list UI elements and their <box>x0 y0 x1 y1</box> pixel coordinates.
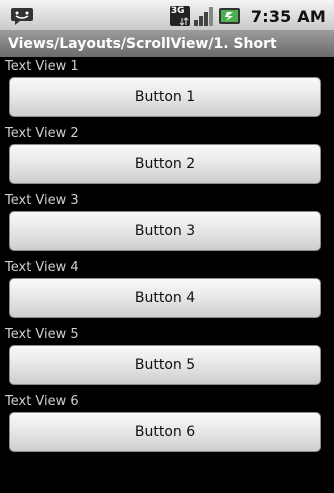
signal-strength-icon <box>193 6 215 26</box>
scroll-view[interactable]: Text View 1 Button 1 Text View 2 Button … <box>0 57 334 459</box>
status-icons: 3G 7:35 AM <box>169 6 326 26</box>
chat-notification-icon[interactable] <box>10 7 34 25</box>
list-item: Text View 1 Button 1 <box>0 57 334 124</box>
list-item: Text View 3 Button 3 <box>0 191 334 258</box>
status-time: 7:35 AM <box>251 7 326 26</box>
page-title: Views/Layouts/ScrollView/1. Short <box>8 36 277 52</box>
text-view-6: Text View 6 <box>5 394 79 409</box>
text-view-1: Text View 1 <box>5 59 79 74</box>
list-item: Text View 5 Button 5 <box>0 325 334 392</box>
button-3[interactable]: Button 3 <box>9 211 321 251</box>
time-ampm: AM <box>297 6 326 26</box>
list-item: Text View 6 Button 6 <box>0 392 334 459</box>
time-value: 7:35 <box>250 6 292 26</box>
battery-icon <box>218 6 242 26</box>
button-2[interactable]: Button 2 <box>9 144 321 184</box>
button-6[interactable]: Button 6 <box>9 412 321 452</box>
button-5[interactable]: Button 5 <box>9 345 321 385</box>
title-bar: Views/Layouts/ScrollView/1. Short <box>0 31 334 57</box>
list-item: Text View 2 Button 2 <box>0 124 334 191</box>
status-bar: 3G 7:35 AM <box>0 0 334 31</box>
text-view-2: Text View 2 <box>5 126 79 141</box>
text-view-4: Text View 4 <box>5 260 79 275</box>
3g-data-icon: 3G <box>169 6 190 26</box>
text-view-5: Text View 5 <box>5 327 79 342</box>
text-view-3: Text View 3 <box>5 193 79 208</box>
button-1[interactable]: Button 1 <box>9 77 321 117</box>
button-4[interactable]: Button 4 <box>9 278 321 318</box>
list-item: Text View 4 Button 4 <box>0 258 334 325</box>
